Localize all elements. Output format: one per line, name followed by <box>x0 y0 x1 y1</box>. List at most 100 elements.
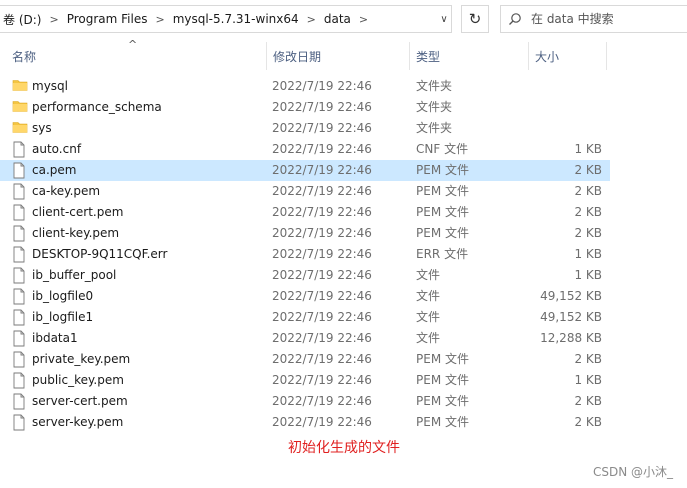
file-type: 文件夹 <box>416 100 453 114</box>
file-size <box>500 97 602 118</box>
column-date-header[interactable]: 修改日期 <box>267 38 410 74</box>
breadcrumb-data[interactable]: data <box>321 12 354 26</box>
breadcrumb-program-files[interactable]: Program Files <box>64 12 151 26</box>
chevron-right-icon[interactable]: > <box>302 13 321 26</box>
file-size: 1 KB <box>574 247 602 261</box>
file-row[interactable]: ca-key.pem 2022/7/19 22:46 PEM 文件 2 KB <box>0 181 610 202</box>
file-icon <box>12 267 28 284</box>
file-icon <box>12 330 28 347</box>
column-name-label: 名称 <box>12 49 37 64</box>
file-type: 文件 <box>416 268 441 282</box>
breadcrumb-mysql[interactable]: mysql-5.7.31-winx64 <box>170 12 302 26</box>
file-type: PEM 文件 <box>416 205 469 219</box>
file-icon <box>12 351 28 368</box>
file-size: 2 KB <box>574 226 602 240</box>
file-type: PEM 文件 <box>416 163 469 177</box>
file-icon <box>12 309 28 326</box>
file-date: 2022/7/19 22:46 <box>272 268 372 282</box>
file-row[interactable]: client-cert.pem 2022/7/19 22:46 PEM 文件 2 KB <box>0 202 610 223</box>
file-date: 2022/7/19 22:46 <box>272 310 372 324</box>
file-name: mysql <box>32 79 68 93</box>
file-size: 1 KB <box>574 268 602 282</box>
file-row[interactable]: mysql 2022/7/19 22:46 文件夹 <box>0 76 610 97</box>
file-row[interactable]: sys 2022/7/19 22:46 文件夹 <box>0 118 610 139</box>
file-type: PEM 文件 <box>416 394 469 408</box>
chevron-right-icon[interactable]: > <box>44 13 63 26</box>
file-icon <box>12 414 28 431</box>
folder-icon <box>12 78 28 95</box>
file-icon <box>12 225 28 242</box>
column-type-label: 类型 <box>416 49 441 64</box>
address-dropdown-button[interactable]: ∨ <box>430 5 458 33</box>
file-row[interactable]: ib_logfile1 2022/7/19 22:46 文件 49,152 KB <box>0 307 610 328</box>
breadcrumb-drive[interactable]: 卷 (D:) <box>0 11 44 28</box>
watermark: CSDN @小沐_ <box>592 465 673 479</box>
file-date: 2022/7/19 22:46 <box>272 184 372 198</box>
column-type-header[interactable]: 类型 <box>410 38 528 74</box>
file-icon <box>12 183 28 200</box>
file-date: 2022/7/19 22:46 <box>272 142 372 156</box>
file-row[interactable]: public_key.pem 2022/7/19 22:46 PEM 文件 1 KB <box>0 370 610 391</box>
column-date-label: 修改日期 <box>273 49 322 64</box>
file-row[interactable]: server-key.pem 2022/7/19 22:46 PEM 文件 2 KB <box>0 412 610 433</box>
breadcrumb[interactable]: 卷 (D:) > Program Files > mysql-5.7.31-wi… <box>0 5 452 33</box>
chevron-right-icon[interactable]: > <box>150 13 169 26</box>
file-name: auto.cnf <box>32 142 82 156</box>
file-date: 2022/7/19 22:46 <box>272 394 372 408</box>
file-size: 2 KB <box>574 394 602 408</box>
file-date: 2022/7/19 22:46 <box>272 373 372 387</box>
file-icon <box>12 162 28 179</box>
column-divider[interactable] <box>606 42 607 70</box>
file-size <box>500 118 602 139</box>
file-name: private_key.pem <box>32 352 131 366</box>
file-row[interactable]: performance_schema 2022/7/19 22:46 文件夹 <box>0 97 610 118</box>
file-name: server-key.pem <box>32 415 124 429</box>
file-date: 2022/7/19 22:46 <box>272 79 372 93</box>
file-icon <box>12 288 28 305</box>
file-type: 文件 <box>416 331 441 345</box>
file-row[interactable]: ibdata1 2022/7/19 22:46 文件 12,288 KB <box>0 328 610 349</box>
file-icon <box>12 204 28 221</box>
column-name-header[interactable]: 名称 <box>6 38 266 74</box>
file-row[interactable]: ib_buffer_pool 2022/7/19 22:46 文件 1 KB <box>0 265 610 286</box>
file-type: 文件夹 <box>416 79 453 93</box>
file-name: ibdata1 <box>32 331 78 345</box>
file-name: ca-key.pem <box>32 184 101 198</box>
file-icon <box>12 372 28 389</box>
file-date: 2022/7/19 22:46 <box>272 352 372 366</box>
file-date: 2022/7/19 22:46 <box>272 331 372 345</box>
file-name: DESKTOP-9Q11CQF.err <box>32 247 168 261</box>
file-row[interactable]: ib_logfile0 2022/7/19 22:46 文件 49,152 KB <box>0 286 610 307</box>
file-type: 文件夹 <box>416 121 453 135</box>
file-size: 1 KB <box>574 373 602 387</box>
file-type: PEM 文件 <box>416 352 469 366</box>
file-date: 2022/7/19 22:46 <box>272 100 372 114</box>
file-date: 2022/7/19 22:46 <box>272 226 372 240</box>
file-name: ib_logfile0 <box>32 289 94 303</box>
file-row[interactable]: ca.pem 2022/7/19 22:46 PEM 文件 2 KB <box>0 160 610 181</box>
file-size: 2 KB <box>574 205 602 219</box>
file-row[interactable]: auto.cnf 2022/7/19 22:46 CNF 文件 1 KB <box>0 139 610 160</box>
folder-icon <box>12 99 28 116</box>
chevron-right-icon[interactable]: > <box>354 13 373 26</box>
column-size-header[interactable]: 大小 <box>529 38 607 74</box>
file-date: 2022/7/19 22:46 <box>272 415 372 429</box>
file-name: public_key.pem <box>32 373 124 387</box>
refresh-button[interactable]: ↻ <box>461 5 489 33</box>
file-size: 2 KB <box>574 184 602 198</box>
file-date: 2022/7/19 22:46 <box>272 247 372 261</box>
file-date: 2022/7/19 22:46 <box>272 121 372 135</box>
file-row[interactable]: client-key.pem 2022/7/19 22:46 PEM 文件 2 KB <box>0 223 610 244</box>
file-name: performance_schema <box>32 100 162 114</box>
column-size-label: 大小 <box>535 49 560 64</box>
file-row[interactable]: server-cert.pem 2022/7/19 22:46 PEM 文件 2 KB <box>0 391 610 412</box>
file-type: ERR 文件 <box>416 247 469 261</box>
file-date: 2022/7/19 22:46 <box>272 289 372 303</box>
file-row[interactable]: DESKTOP-9Q11CQF.err 2022/7/19 22:46 ERR 文件… <box>0 244 610 265</box>
search-box[interactable] <box>500 5 687 33</box>
file-row[interactable]: private_key.pem 2022/7/19 22:46 PEM 文件 2 KB <box>0 349 610 370</box>
file-name: ib_logfile1 <box>32 310 94 324</box>
file-name: client-cert.pem <box>32 205 124 219</box>
search-input[interactable] <box>529 11 683 27</box>
file-size: 2 KB <box>574 415 602 429</box>
